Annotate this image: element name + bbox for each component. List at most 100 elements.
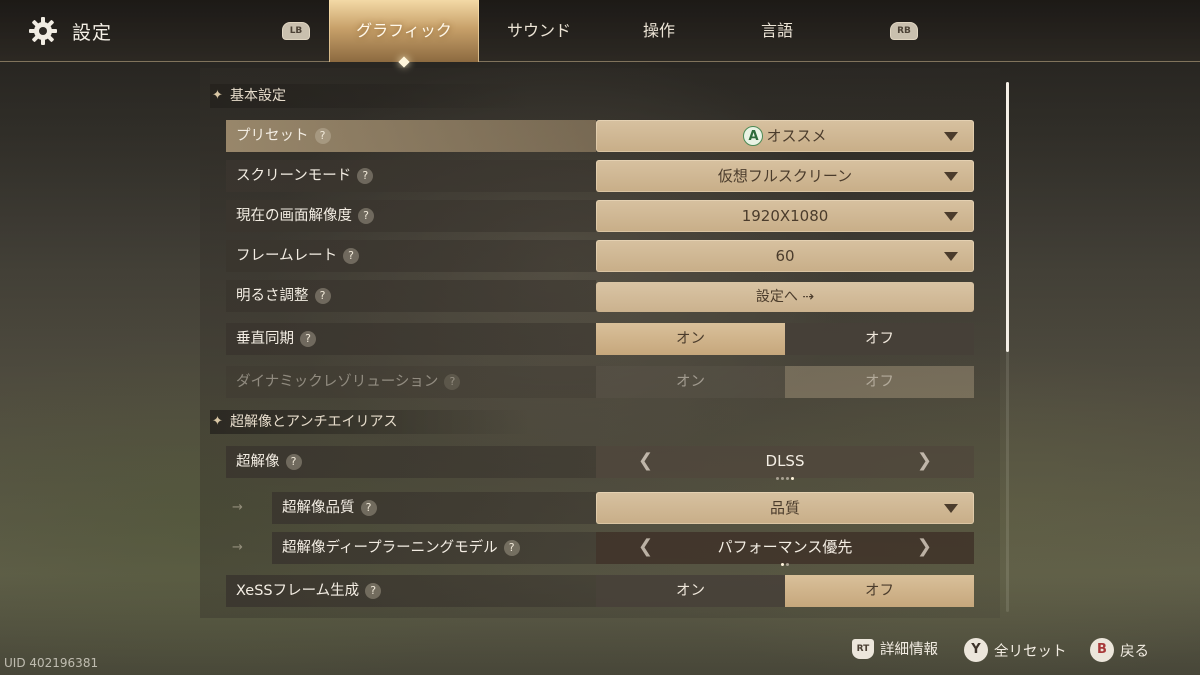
setting-row-resolution[interactable]: 現在の画面解像度? 1920X1080 [226,200,974,232]
vsync-off-option[interactable]: オフ [785,323,974,355]
hint-back[interactable]: B 戻る [1090,638,1149,662]
xess-frame-gen-toggle[interactable]: オン オフ [596,575,974,607]
xess-off-option[interactable]: オフ [785,575,974,607]
lb-button[interactable]: LB [282,22,310,40]
gear-icon [29,17,57,45]
setting-label: ダイナミックレゾリューション? [236,366,461,398]
super-resolution-label: 超解像 [236,454,280,470]
resolution-dropdown[interactable]: 1920X1080 [596,200,974,232]
brightness-settings-button[interactable]: 設定へ ⇢ [596,282,974,312]
dropdown-arrow-icon [944,132,958,141]
preset-dropdown[interactable]: A オススメ [596,120,974,152]
dot-current [791,477,794,480]
tab-language[interactable]: 言語 [718,0,836,62]
vsync-on-option[interactable]: オン [596,323,785,355]
setting-label: 超解像? [236,446,302,478]
help-icon[interactable]: ? [314,128,331,144]
setting-row-xess-frame-gen[interactable]: XeSSフレーム生成? オン オフ [226,575,974,607]
tab-sound[interactable]: サウンド [480,0,598,62]
title-area: 設定 [28,16,112,46]
screen-mode-value: 仮想フルスクリーン [717,167,853,185]
screen-mode-label: スクリーンモード [236,168,352,184]
setting-row-brightness[interactable]: 明るさ調整? 設定へ ⇢ [226,280,974,312]
tab-graphics[interactable]: グラフィック [329,0,479,62]
setting-label: 明るさ調整? [236,280,331,312]
y-button-icon: Y [964,638,988,662]
setting-row-screen-mode[interactable]: スクリーンモード? 仮想フルスクリーン [226,160,974,192]
rb-button[interactable]: RB [890,22,918,40]
sr-quality-value: 品質 [769,499,800,517]
dynamic-res-off-option: オフ [785,366,974,398]
page-title: 設定 [72,21,113,44]
preset-value: オススメ [766,127,827,145]
setting-label: XeSSフレーム生成? [236,575,382,607]
dot [786,477,789,480]
setting-label: 超解像ディープラーニングモデル? [282,532,520,564]
sr-quality-dropdown[interactable]: 品質 [596,492,974,524]
frame-rate-dropdown[interactable]: 60 [596,240,974,272]
setting-row-frame-rate[interactable]: フレームレート? 60 [226,240,974,272]
super-resolution-selector[interactable]: ❮ DLSS ❯ [596,446,974,480]
dot [781,477,784,480]
help-icon[interactable]: ? [503,540,520,556]
sr-quality-label: 超解像品質 [282,500,355,516]
dynamic-resolution-toggle: オン オフ [596,366,974,398]
sr-model-label: 超解像ディープラーニングモデル [282,540,498,556]
setting-row-super-resolution[interactable]: 超解像? ❮ DLSS ❯ [226,446,974,480]
xess-frame-gen-label: XeSSフレーム生成 [236,583,360,599]
a-button-icon: A [743,126,764,146]
vsync-toggle[interactable]: オン オフ [596,323,974,355]
dynamic-res-on-option: オン [596,366,785,398]
help-icon[interactable]: ? [285,454,302,470]
setting-row-vsync[interactable]: 垂直同期? オン オフ [226,323,974,355]
help-icon: ? [444,374,461,390]
setting-row-sr-quality[interactable]: 超解像品質? 品質 [272,492,974,524]
sr-model-selector[interactable]: ❮ パフォーマンス優先 ❯ [596,532,974,566]
help-icon[interactable]: ? [365,583,382,599]
sparkle-icon: ✦ [212,88,223,103]
setting-row-sr-model[interactable]: 超解像ディープラーニングモデル? ❮ パフォーマンス優先 ❯ [272,532,974,566]
dot [786,563,789,566]
help-icon[interactable]: ? [314,288,331,304]
section-super-resolution: ✦ 超解像とアンチエイリアス [210,410,530,434]
sr-model-value: パフォーマンス優先 [717,538,853,556]
setting-label: 現在の画面解像度? [236,200,374,232]
sub-setting-arrow-icon: → [232,540,243,555]
resolution-label: 現在の画面解像度 [236,208,352,224]
hint-label: 詳細情報 [880,642,938,658]
dynamic-resolution-label: ダイナミックレゾリューション [236,374,439,390]
help-icon[interactable]: ? [357,168,374,184]
setting-row-dynamic-resolution: ダイナミックレゾリューション? オン オフ [226,366,974,398]
help-icon[interactable]: ? [358,208,374,224]
setting-label: プリセット? [236,120,331,152]
sub-setting-arrow-icon: → [232,500,243,515]
help-icon[interactable]: ? [360,500,377,516]
dropdown-arrow-icon [944,252,958,261]
section-title: 超解像とアンチエイリアス [230,414,398,430]
option-dots [596,558,974,566]
sparkle-icon: ✦ [212,414,223,429]
setting-label: フレームレート? [236,240,360,272]
scrollbar-thumb[interactable] [1006,82,1009,352]
hint-reset-all[interactable]: Y 全リセット [964,638,1067,662]
vsync-label: 垂直同期 [236,331,294,347]
super-resolution-value: DLSS [765,452,805,470]
top-bar: 設定 LB グラフィック サウンド 操作 言語 RB [0,0,1200,62]
setting-row-preset[interactable]: プリセット? A オススメ [226,120,974,152]
hint-label: 戻る [1120,643,1149,660]
dot-current [781,563,784,566]
setting-label: スクリーンモード? [236,160,374,192]
option-dots [596,472,974,480]
help-icon[interactable]: ? [300,331,316,347]
b-button-icon: B [1090,638,1114,662]
dropdown-arrow-icon [944,172,958,181]
section-title: 基本設定 [230,88,286,104]
hint-details[interactable]: RT 詳細情報 [852,638,938,659]
tab-controls[interactable]: 操作 [600,0,718,62]
help-icon[interactable]: ? [343,248,360,264]
screen-mode-dropdown[interactable]: 仮想フルスクリーン [596,160,974,192]
setting-label: 超解像品質? [282,492,377,524]
section-basic: ✦ 基本設定 [210,84,530,108]
xess-on-option[interactable]: オン [596,575,785,607]
preset-label: プリセット [236,128,309,144]
